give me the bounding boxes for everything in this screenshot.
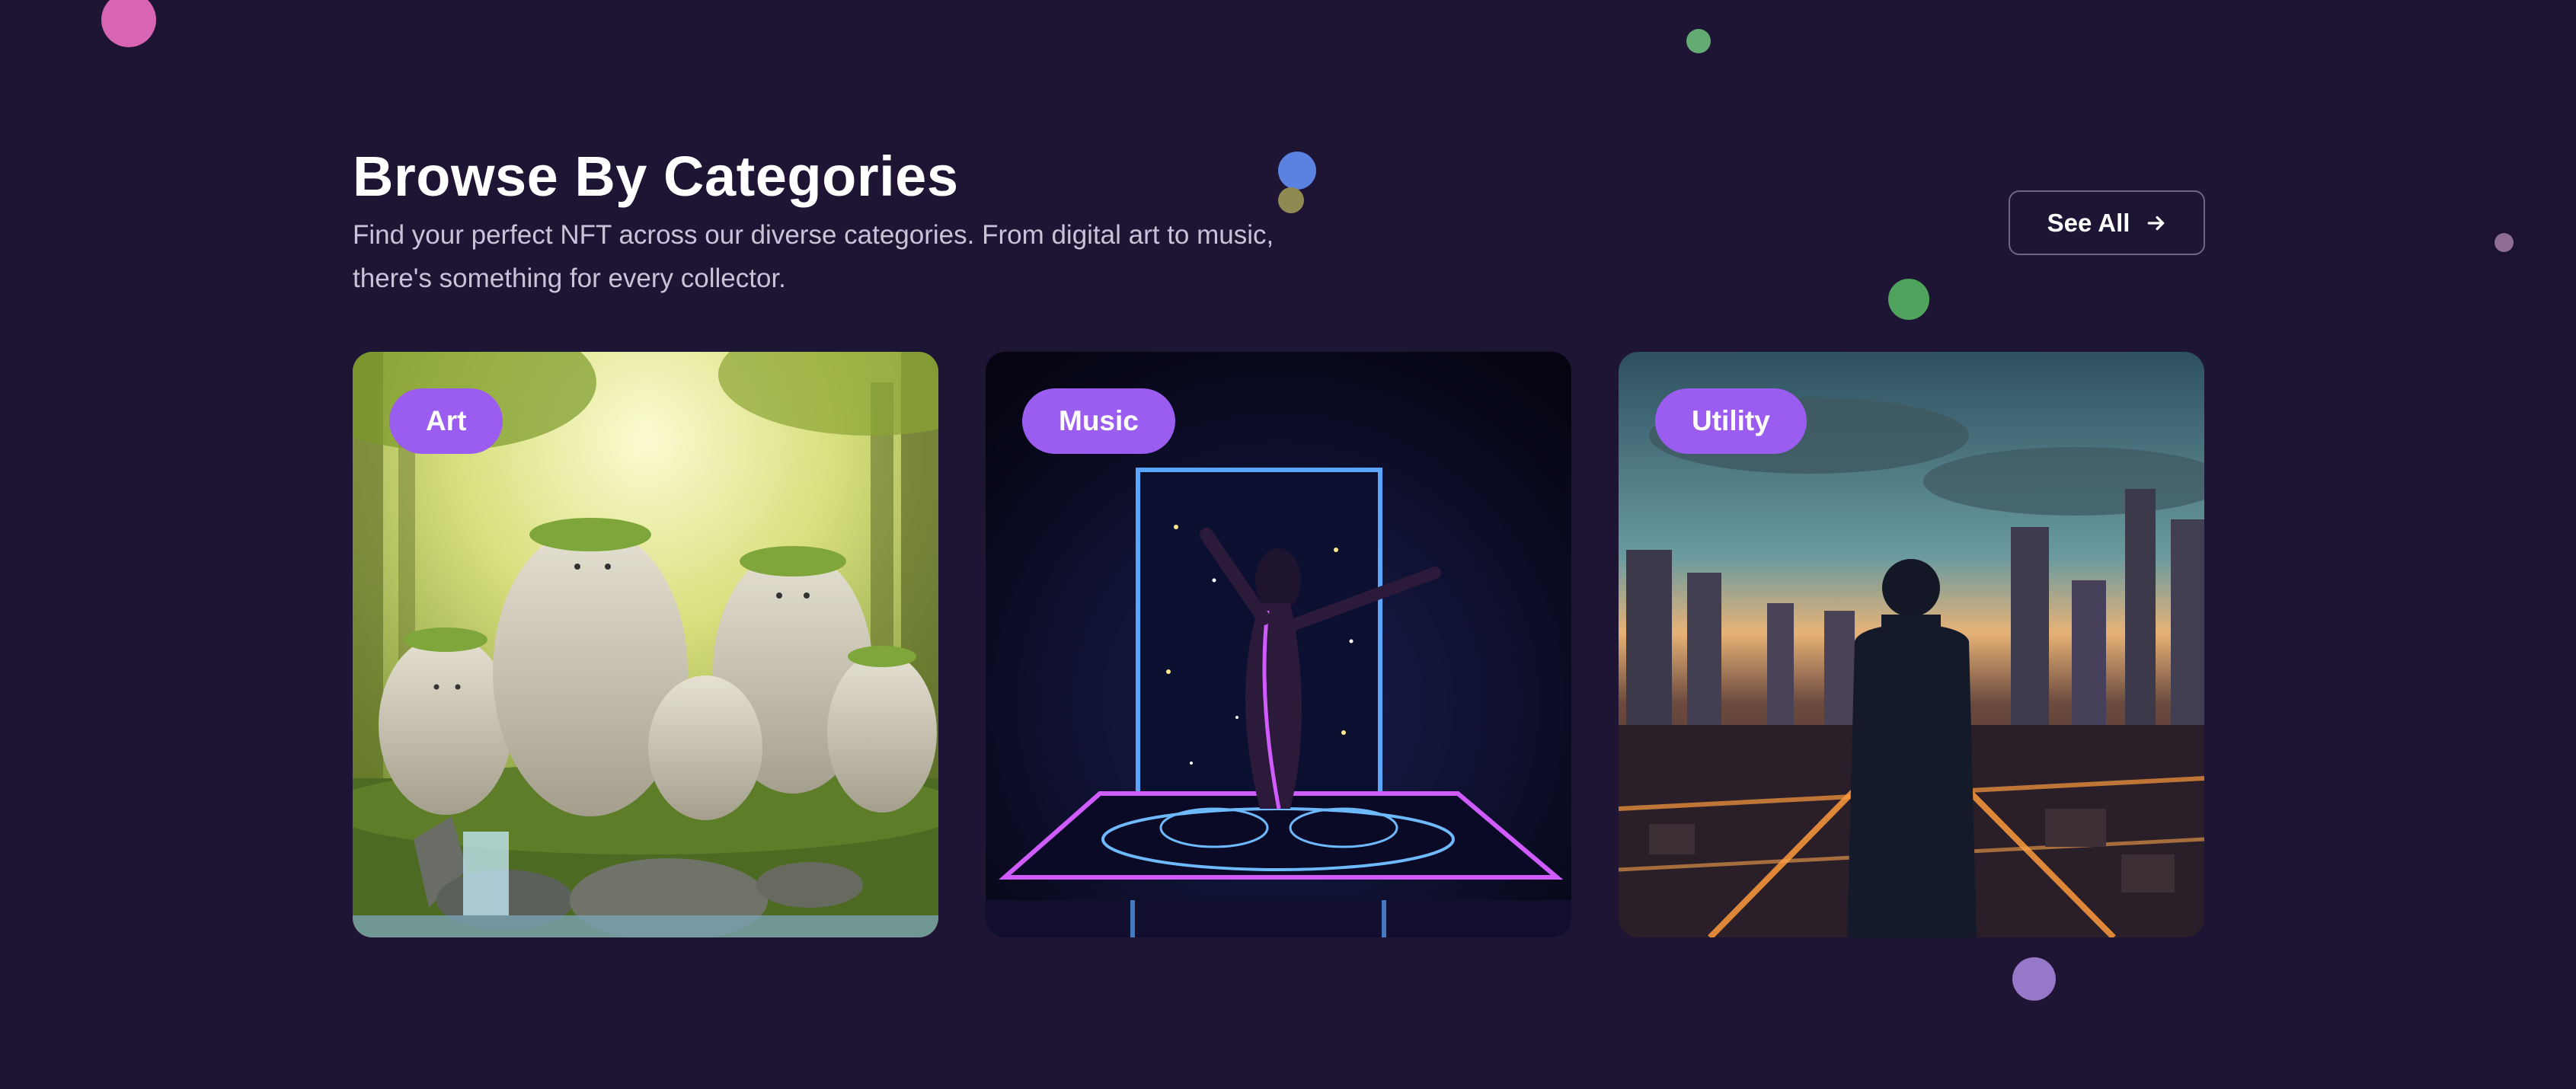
decorative-dot [1686,29,1711,53]
category-badge-art[interactable]: Art [389,388,503,454]
category-badge-utility[interactable]: Utility [1655,388,1807,454]
see-all-button[interactable]: See All [2009,190,2205,255]
arrow-right-icon [2148,216,2165,230]
decorative-dot [2495,233,2514,252]
category-cards: Art Music Utility [353,352,2204,937]
categories-section: Browse By Categories Find your perfect N… [0,0,2576,1089]
see-all-label: See All [2047,208,2130,237]
category-badge-music[interactable]: Music [1022,388,1175,454]
decorative-dot [2012,957,2056,1001]
category-card-art[interactable]: Art [353,352,938,937]
section-title: Browse By Categories [353,145,959,208]
category-card-utility[interactable]: Utility [1619,352,2204,937]
category-card-music[interactable]: Music [986,352,1571,937]
decorative-dot [101,0,156,47]
section-description: Find your perfect NFT across our diverse… [353,220,1274,293]
section-header: Browse By Categories Find your perfect N… [353,143,2205,300]
